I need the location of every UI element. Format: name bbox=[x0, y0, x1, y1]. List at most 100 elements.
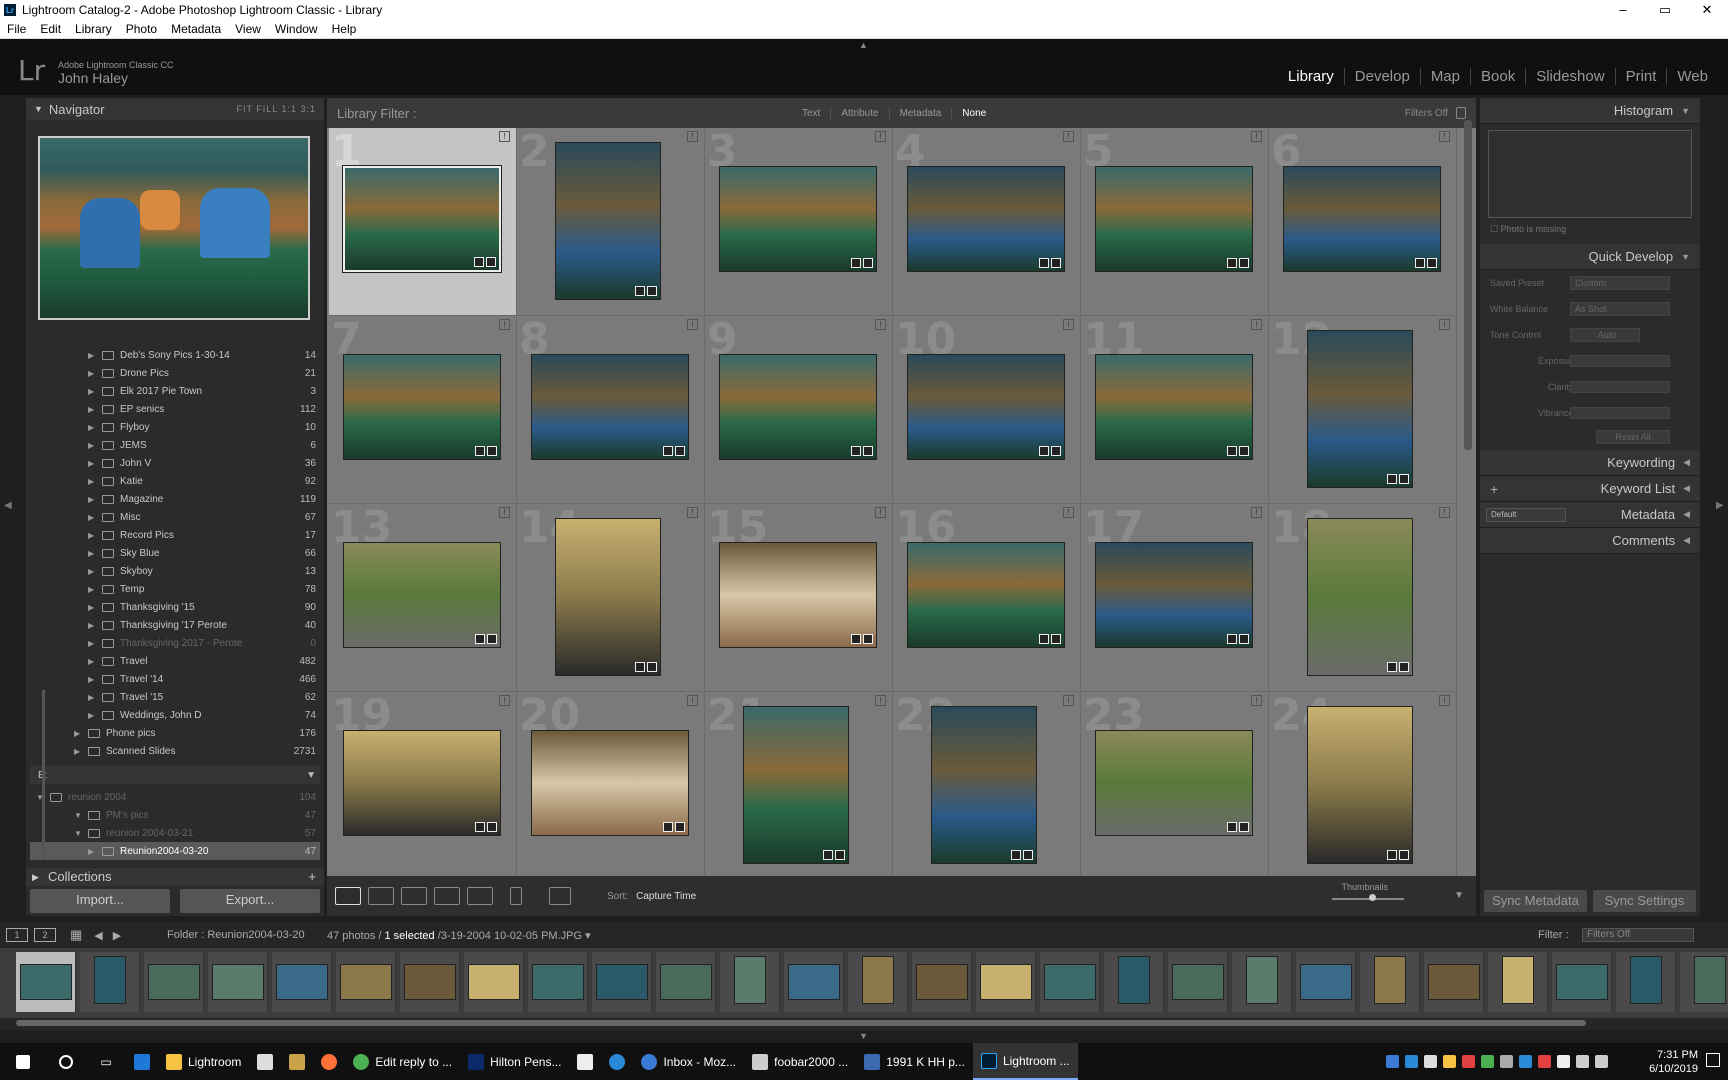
filmstrip-thumbnail[interactable] bbox=[208, 952, 268, 1012]
folder-row[interactable]: ▶ Skyboy 13 bbox=[30, 562, 320, 580]
taskbar-lightroom[interactable]: Lightroom ... bbox=[972, 1043, 1078, 1080]
flag-badge-icon[interactable]: ! bbox=[1439, 695, 1450, 706]
disclosure-triangle-icon[interactable]: ▶ bbox=[88, 585, 94, 594]
keyword-badge-icon[interactable] bbox=[663, 446, 673, 456]
export-button[interactable]: Export... bbox=[180, 889, 320, 913]
folder-row[interactable]: ▶ Travel 482 bbox=[30, 652, 320, 670]
media-button[interactable] bbox=[281, 1043, 313, 1080]
sync-app-button[interactable] bbox=[601, 1043, 633, 1080]
flag-badge-icon[interactable]: ! bbox=[875, 507, 886, 518]
develop-badge-icon[interactable] bbox=[1051, 258, 1061, 268]
photo-thumbnail[interactable] bbox=[1307, 330, 1413, 488]
add-keyword-icon[interactable]: + bbox=[1490, 481, 1498, 497]
photo-thumbnail[interactable] bbox=[1095, 542, 1253, 648]
keyword-badge-icon[interactable] bbox=[1415, 258, 1425, 268]
comments-header[interactable]: Comments ◀ bbox=[1480, 528, 1700, 554]
filter-attribute[interactable]: Attribute bbox=[830, 107, 888, 119]
collapse-triangle-icon[interactable]: ▼ bbox=[306, 770, 316, 781]
filmstrip-thumbnail[interactable] bbox=[1104, 952, 1164, 1012]
grid-cell[interactable]: 2! bbox=[517, 128, 705, 316]
network-icon[interactable] bbox=[1576, 1055, 1589, 1068]
photo-thumbnail[interactable] bbox=[1095, 166, 1253, 272]
secondary-screen-button[interactable]: 2 bbox=[34, 928, 56, 942]
grid-cell[interactable]: 24! bbox=[1269, 690, 1457, 876]
filmstrip-thumbnail[interactable] bbox=[1296, 952, 1356, 1012]
keyword-badge-icon[interactable] bbox=[1387, 474, 1397, 484]
flag-badge-icon[interactable]: ! bbox=[1063, 507, 1074, 518]
grid-cell[interactable]: 17! bbox=[1081, 502, 1269, 692]
disclosure-triangle-icon[interactable]: ▶ bbox=[88, 639, 94, 648]
grid-cell[interactable]: 18! bbox=[1269, 502, 1457, 692]
filmstrip-thumbnail[interactable] bbox=[784, 952, 844, 1012]
module-map[interactable]: Map bbox=[1419, 68, 1470, 85]
grid-cell[interactable]: 12! bbox=[1269, 314, 1457, 504]
compare-view-button[interactable] bbox=[401, 887, 427, 905]
navigator-zoom-options[interactable]: FIT FILL 1:1 3:1 bbox=[236, 104, 324, 114]
folder-row[interactable]: ▶ Temp 78 bbox=[30, 580, 320, 598]
tray-icon[interactable] bbox=[1557, 1055, 1570, 1068]
menu-help[interactable]: Help bbox=[325, 22, 364, 36]
flag-badge-icon[interactable]: ! bbox=[875, 319, 886, 330]
filmstrip-filter-dropdown[interactable]: Filters Off bbox=[1582, 928, 1694, 942]
add-collection-icon[interactable]: + bbox=[308, 868, 316, 886]
clarity-buttons[interactable] bbox=[1570, 381, 1670, 393]
menu-file[interactable]: File bbox=[0, 22, 33, 36]
menu-library[interactable]: Library bbox=[68, 22, 119, 36]
develop-badge-icon[interactable] bbox=[1399, 850, 1409, 860]
develop-badge-icon[interactable] bbox=[835, 850, 845, 860]
develop-badge-icon[interactable] bbox=[1239, 822, 1249, 832]
action-center-icon[interactable] bbox=[1706, 1053, 1720, 1067]
folder-row[interactable]: ▶ Phone pics 176 bbox=[30, 724, 320, 742]
navigator-preview[interactable] bbox=[38, 136, 310, 320]
folder-row[interactable]: ▶ Misc 67 bbox=[30, 508, 320, 526]
tray-icon[interactable] bbox=[1519, 1055, 1532, 1068]
forward-arrow-icon[interactable]: ▶ bbox=[113, 929, 121, 942]
source-path[interactable]: Folder : Reunion2004-03-20 bbox=[167, 929, 305, 941]
folder-row[interactable]: ▶ Thanksgiving 2017 - Perote 0 bbox=[30, 634, 320, 652]
exposure-buttons[interactable] bbox=[1570, 355, 1670, 367]
filmstrip-thumbnail[interactable] bbox=[400, 952, 460, 1012]
disclosure-triangle-icon[interactable]: ▶ bbox=[74, 729, 80, 738]
filmstrip-thumbnail[interactable] bbox=[1168, 952, 1228, 1012]
develop-badge-icon[interactable] bbox=[1239, 258, 1249, 268]
toolbar-menu-icon[interactable]: ▼ bbox=[1454, 890, 1464, 901]
photo-thumbnail[interactable] bbox=[907, 166, 1065, 272]
photo-thumbnail[interactable] bbox=[343, 166, 501, 272]
navigator-header[interactable]: ▼ Navigator FIT FILL 1:1 3:1 bbox=[26, 98, 324, 120]
disclosure-triangle-icon[interactable]: ▶ bbox=[88, 603, 94, 612]
collections-header[interactable]: ▶ Collections + bbox=[26, 868, 324, 886]
flag-badge-icon[interactable]: ! bbox=[1439, 507, 1450, 518]
grid-cell[interactable]: 10! bbox=[893, 314, 1081, 504]
filmstrip-thumbnail[interactable] bbox=[1424, 952, 1484, 1012]
disclosure-triangle-icon[interactable]: ▶ bbox=[88, 423, 94, 432]
grid-cell[interactable]: 19! bbox=[329, 690, 517, 876]
keyword-badge-icon[interactable] bbox=[1011, 850, 1021, 860]
folder-row[interactable]: ▶ Deb's Sony Pics 1-30-14 14 bbox=[30, 346, 320, 364]
folder-row[interactable]: ▶ Drone Pics 21 bbox=[30, 364, 320, 382]
close-button[interactable]: ✕ bbox=[1686, 0, 1728, 20]
disclosure-triangle-icon[interactable]: ▶ bbox=[88, 459, 94, 468]
photo-thumbnail[interactable] bbox=[343, 354, 501, 460]
filmstrip-thumbnail[interactable] bbox=[1616, 952, 1676, 1012]
flag-badge-icon[interactable]: ! bbox=[499, 507, 510, 518]
photo-thumbnail[interactable] bbox=[555, 518, 661, 676]
top-panel-toggle-icon[interactable]: ▲ bbox=[859, 40, 868, 50]
grid-cell[interactable]: 11! bbox=[1081, 314, 1269, 504]
filmstrip-thumbnail[interactable] bbox=[16, 952, 76, 1012]
import-button[interactable]: Import... bbox=[30, 889, 170, 913]
flag-badge-icon[interactable]: ! bbox=[1251, 507, 1262, 518]
photo-thumbnail[interactable] bbox=[343, 730, 501, 836]
disclosure-triangle-icon[interactable]: ▼ bbox=[74, 829, 82, 838]
tray-icon[interactable] bbox=[1405, 1055, 1418, 1068]
keyword-badge-icon[interactable] bbox=[823, 850, 833, 860]
flag-badge-icon[interactable]: ! bbox=[1063, 319, 1074, 330]
keyword-badge-icon[interactable] bbox=[1039, 258, 1049, 268]
flag-badge-icon[interactable]: ! bbox=[1251, 319, 1262, 330]
flag-badge-icon[interactable]: ! bbox=[875, 131, 886, 142]
flag-badge-icon[interactable]: ! bbox=[499, 131, 510, 142]
store-button[interactable] bbox=[249, 1043, 281, 1080]
vibrance-buttons[interactable] bbox=[1570, 407, 1670, 419]
grid-cell[interactable]: 7! bbox=[329, 314, 517, 504]
right-panel-toggle-icon[interactable]: ▶ bbox=[1716, 500, 1724, 511]
module-slideshow[interactable]: Slideshow bbox=[1525, 68, 1614, 85]
